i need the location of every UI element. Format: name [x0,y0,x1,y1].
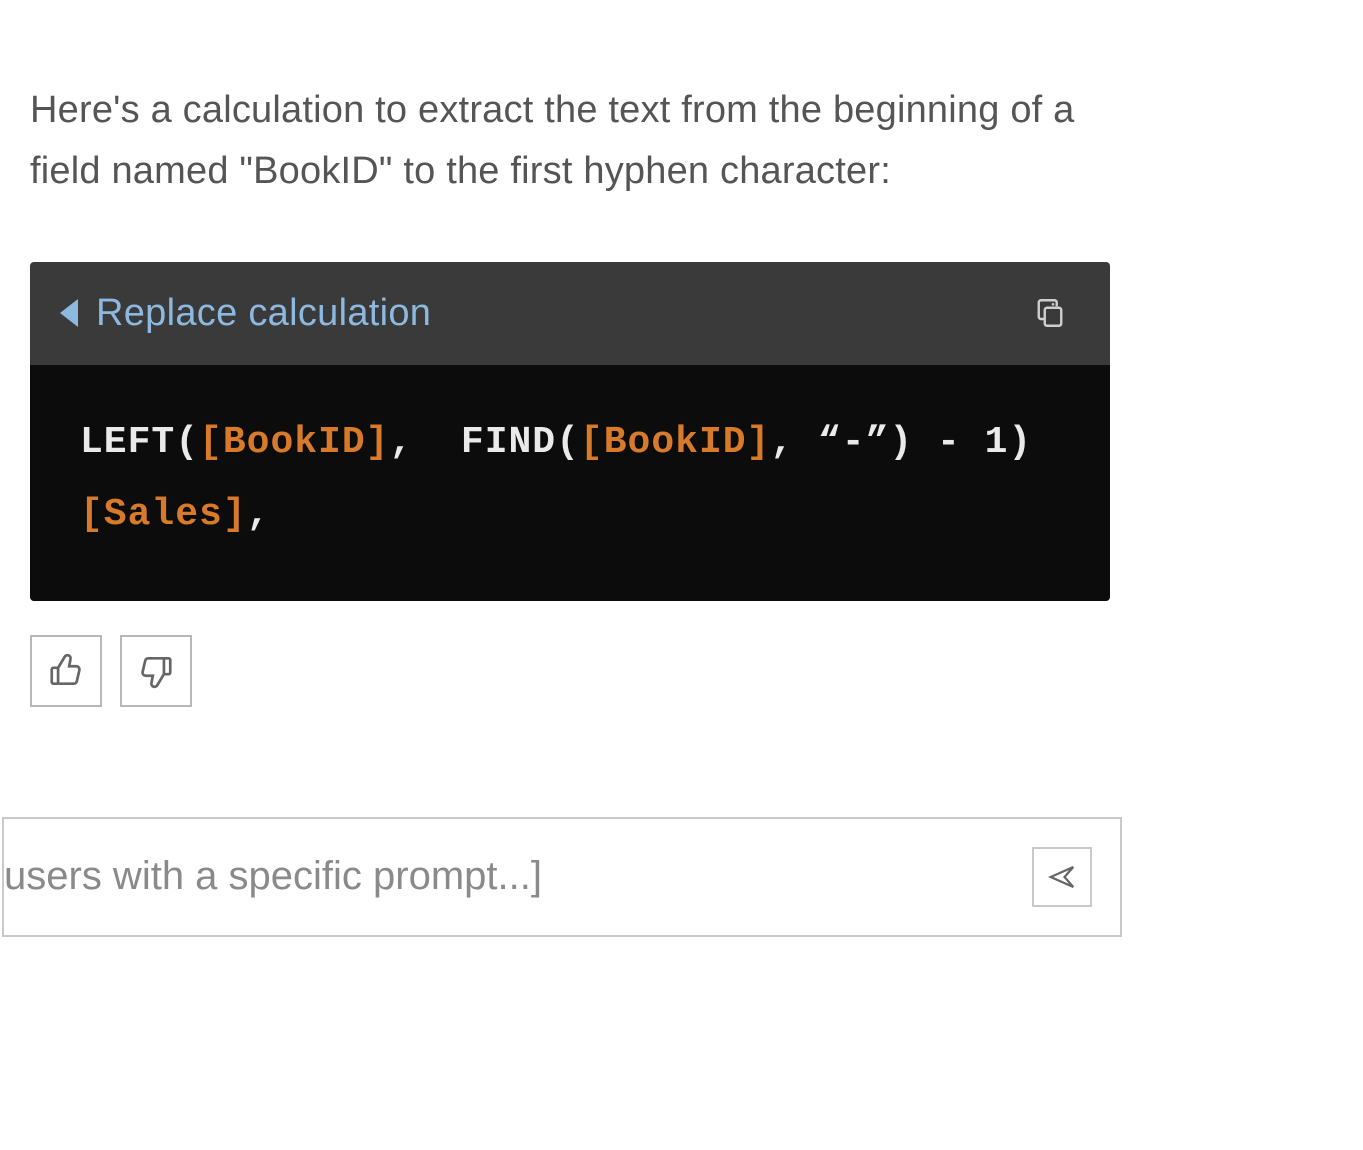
code-content: LEFT([BookID], FIND([BookID], “-”) - 1)[… [30,365,1110,601]
code-token-string-close: ”) [866,421,914,464]
code-token-one-close: 1) [985,421,1033,464]
code-token-paren: ( [556,421,580,464]
thumbs-down-icon [137,652,175,690]
thumbs-up-button[interactable] [30,635,102,707]
replace-calculation-label: Replace calculation [96,292,431,335]
send-icon [1047,862,1077,892]
code-token-field-bookid: [BookID] [580,421,770,464]
send-button[interactable] [1032,847,1092,907]
prompt-input-row [2,817,1122,937]
assistant-panel: Here's a calculation to extract the text… [0,0,1363,967]
code-token-hyphen: - [842,421,866,464]
code-token-minus: - [913,421,984,464]
replace-calculation-button[interactable]: Replace calculation [60,292,431,335]
thumbs-up-icon [47,652,85,690]
code-token-comma: , [247,493,271,536]
feedback-row [30,635,1333,707]
code-token-fn-left: LEFT [80,421,175,464]
code-token-string-open: “ [818,421,842,464]
copy-icon[interactable] [1030,293,1070,333]
assistant-message-text: Here's a calculation to extract the text… [30,80,1090,202]
code-token-field-bookid: [BookID] [199,421,389,464]
code-block: Replace calculation LEFT([BookID], FIND(… [30,262,1110,601]
code-token-fn-find: FIND [461,421,556,464]
code-token-paren: ( [175,421,199,464]
code-token-comma: , [770,421,818,464]
code-block-header: Replace calculation [30,262,1110,365]
code-token-field-sales: [Sales] [80,493,247,536]
thumbs-down-button[interactable] [120,635,192,707]
prompt-input[interactable] [4,853,1032,900]
code-token-comma: , [389,421,460,464]
chevron-left-icon [60,299,78,327]
